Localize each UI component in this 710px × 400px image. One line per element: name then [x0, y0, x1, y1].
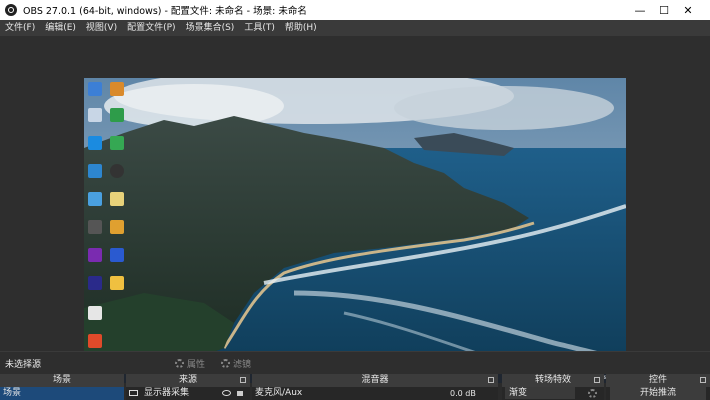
menu-help[interactable]: 帮助(H)	[280, 20, 322, 36]
audio-mixer-header: 混音器	[252, 374, 498, 387]
desktop-icon	[88, 220, 102, 234]
source-item[interactable]: 显示器采集	[126, 387, 250, 400]
properties-button[interactable]: 属性	[175, 357, 205, 370]
start-streaming-label: 开始推流	[639, 388, 676, 398]
lock-icon[interactable]	[237, 391, 243, 396]
desktop-icon	[110, 108, 124, 122]
desktop-icon	[110, 248, 124, 262]
undock-icon[interactable]	[594, 377, 600, 383]
menu-view[interactable]: 视图(V)	[81, 20, 122, 36]
transition-settings-gear-icon[interactable]	[588, 389, 597, 398]
desktop-icon	[110, 220, 124, 234]
desktop-icon	[110, 82, 124, 96]
desktop-icon	[110, 276, 124, 290]
monitor-icon	[129, 390, 138, 396]
desktop-icon	[110, 136, 124, 150]
sources-dock-title: 来源	[178, 375, 197, 385]
title-bar: OBS 27.0.1 (64-bit, windows) - 配置文件: 未命名…	[0, 0, 710, 20]
source-toolbar: 未选择源 属性 滤镜	[0, 351, 710, 374]
transitions-dock: 转场特效 渐变	[502, 374, 604, 400]
controls-dock-header: 控件	[606, 374, 710, 387]
desktop-icon	[88, 82, 102, 96]
menu-scene-collection[interactable]: 场景集合(S)	[181, 20, 240, 36]
desktop-wallpaper	[84, 78, 626, 383]
audio-mixer-body: 麦克风/Aux 0.0 dB	[252, 387, 498, 400]
preview-canvas[interactable]: 15:41 2021/6/21	[84, 78, 626, 383]
desktop-icon	[88, 334, 102, 348]
sources-dock: 来源 显示器采集	[126, 374, 250, 400]
undock-icon[interactable]	[700, 377, 706, 383]
desktop-icon	[88, 276, 102, 290]
scenes-list: 场景	[0, 387, 124, 400]
desktop-icon	[88, 306, 102, 320]
audio-mixer-title: 混音器	[361, 375, 389, 385]
controls-dock: 控件 开始推流	[606, 374, 710, 400]
desktop-icon	[110, 164, 124, 178]
desktop-icon	[88, 108, 102, 122]
controls-body: 开始推流	[606, 387, 710, 400]
transitions-dock-title: 转场特效	[534, 375, 571, 385]
mixer-channel-label: 麦克风/Aux	[255, 388, 303, 398]
filters-button[interactable]: 滤镜	[221, 357, 251, 370]
filters-label: 滤镜	[233, 359, 252, 370]
scenes-dock-title: 场景	[52, 375, 71, 385]
menu-bar: 文件(F) 编辑(E) 视图(V) 配置文件(P) 场景集合(S) 工具(T) …	[0, 20, 710, 36]
menu-edit[interactable]: 编辑(E)	[40, 20, 81, 36]
window-title: OBS 27.0.1 (64-bit, windows) - 配置文件: 未命名…	[23, 6, 307, 17]
scene-item[interactable]: 场景	[0, 387, 124, 400]
mixer-level-value: 0.0 dB	[450, 389, 476, 398]
audio-mixer-dock: 混音器 麦克风/Aux 0.0 dB	[252, 374, 498, 400]
scenes-dock-header: 场景	[0, 374, 124, 387]
scene-item-label: 场景	[3, 388, 22, 398]
menu-tools[interactable]: 工具(T)	[239, 20, 280, 36]
close-button[interactable]: ✕	[665, 0, 710, 20]
desktop-icon	[110, 192, 124, 206]
desktop-icon	[88, 164, 102, 178]
scenes-dock: 场景 场景	[0, 374, 124, 400]
desktop-icon	[88, 248, 102, 262]
transitions-body: 渐变	[502, 387, 604, 400]
transitions-dock-header: 转场特效	[502, 374, 604, 387]
preview-area[interactable]: 15:41 2021/6/21	[0, 36, 710, 383]
filter-icon	[221, 358, 231, 368]
visibility-eye-icon[interactable]	[222, 390, 231, 396]
obs-logo-icon	[5, 4, 17, 16]
gear-icon	[175, 358, 184, 368]
menu-file[interactable]: 文件(F)	[0, 20, 40, 36]
controls-dock-title: 控件	[648, 375, 667, 385]
menu-profile[interactable]: 配置文件(P)	[122, 20, 180, 36]
transition-select-value: 渐变	[509, 388, 528, 398]
undock-icon[interactable]	[240, 377, 246, 383]
dock-area: 场景 场景 来源 显示器采集 混音器 麦克风/Aux 0.0 dB 转场特效 渐…	[0, 374, 710, 400]
properties-label: 属性	[187, 359, 206, 370]
sources-dock-header: 来源	[126, 374, 250, 387]
undock-icon[interactable]	[488, 377, 494, 383]
desktop-icon	[88, 192, 102, 206]
transition-select[interactable]: 渐变	[505, 387, 575, 399]
source-item-label: 显示器采集	[144, 388, 190, 398]
start-streaming-button[interactable]: 开始推流	[610, 387, 706, 400]
desktop-icon	[88, 136, 102, 150]
sources-list: 显示器采集	[126, 387, 250, 400]
no-source-selected-label: 未选择源	[5, 359, 42, 370]
